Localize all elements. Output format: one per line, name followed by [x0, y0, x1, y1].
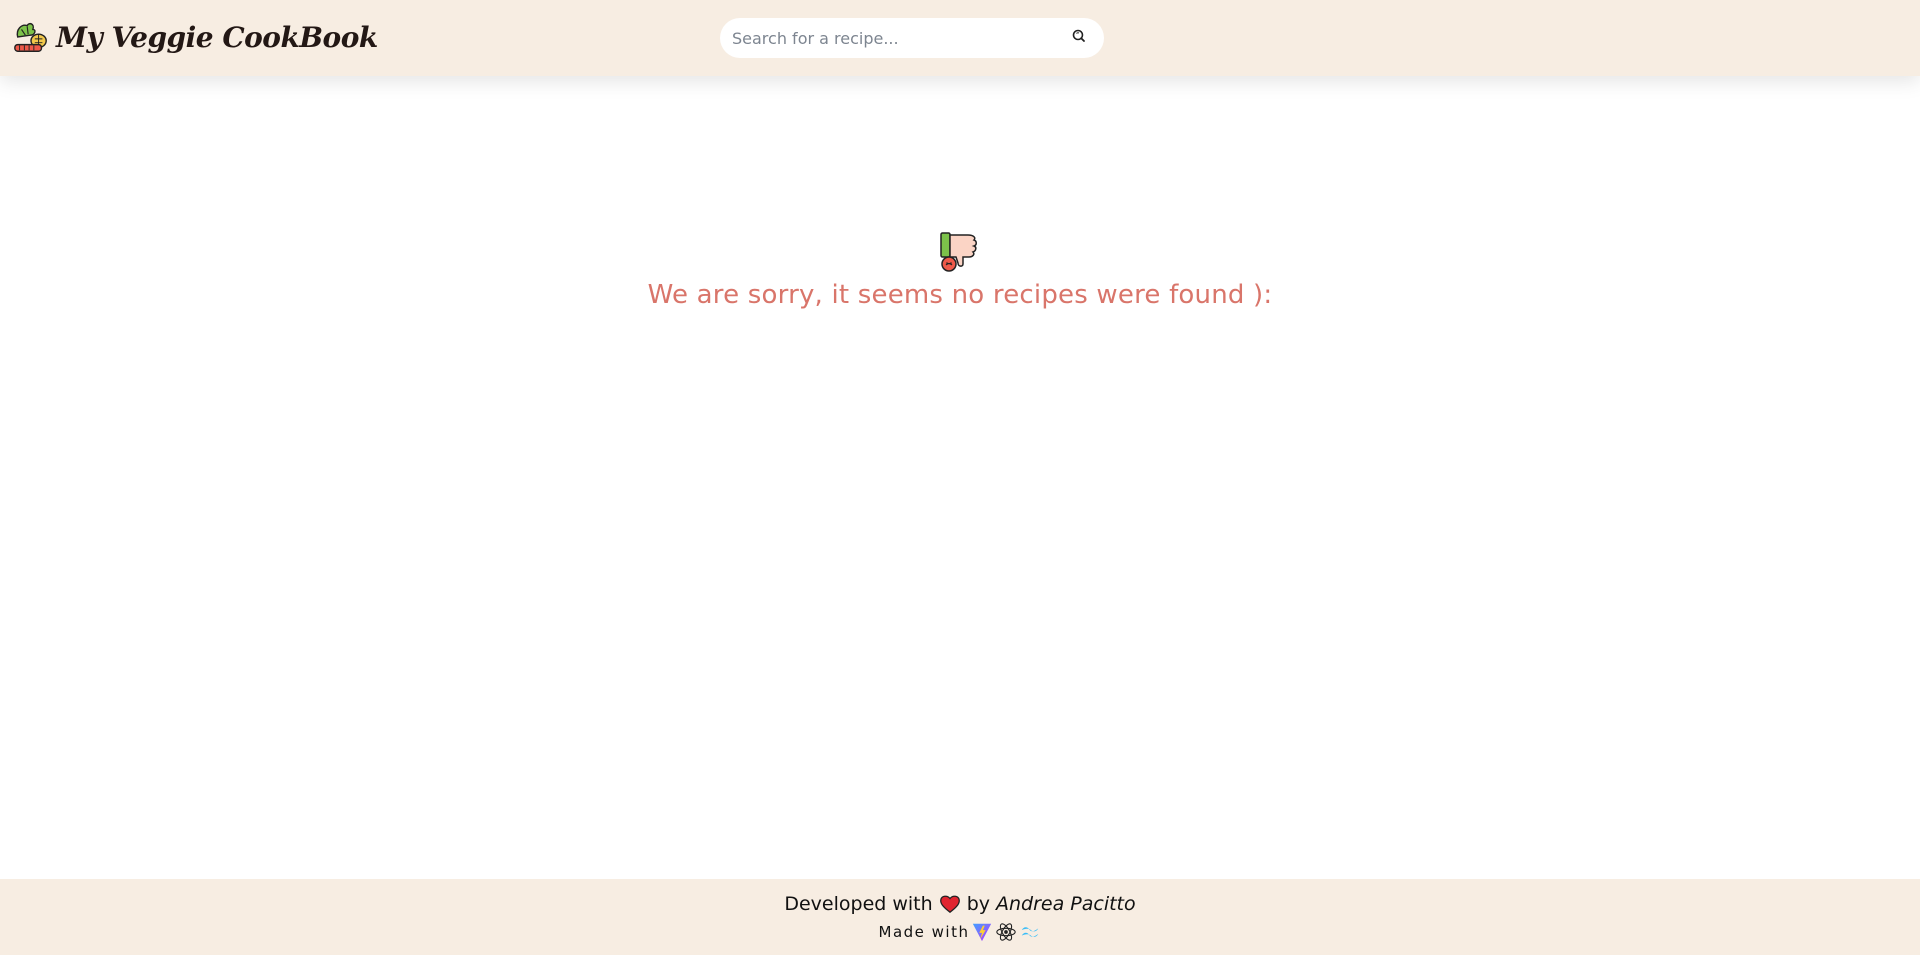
brand-home-link[interactable]: My Veggie CookBook — [12, 18, 378, 56]
vite-icon — [973, 923, 992, 942]
footer-credits: Developed with by Andrea Pacitto — [0, 893, 1920, 915]
veggie-basket-icon — [14, 22, 47, 52]
by-text: by — [966, 893, 990, 915]
made-with-text: Made with — [878, 923, 970, 941]
no-results-message: We are sorry, it seems no recipes were f… — [647, 280, 1273, 310]
tailwind-icon — [1022, 927, 1039, 937]
app-title: My Veggie CookBook — [56, 20, 378, 54]
react-icon — [996, 923, 1017, 941]
thumbs-down-veggie-icon — [940, 232, 977, 272]
heart-icon — [939, 895, 960, 913]
search-icon[interactable] — [1070, 28, 1088, 46]
search-bar — [720, 18, 1104, 58]
footer-tech-stack: Made with — [0, 921, 1920, 943]
app-footer: Developed with by Andrea Pacitto Made wi… — [0, 879, 1920, 955]
author-name: Andrea Pacitto — [996, 893, 1136, 915]
developed-with-text: Developed with — [784, 893, 933, 915]
empty-state: We are sorry, it seems no recipes were f… — [0, 230, 1920, 310]
app-header: My Veggie CookBook — [0, 0, 1920, 76]
search-input[interactable] — [732, 18, 1052, 58]
